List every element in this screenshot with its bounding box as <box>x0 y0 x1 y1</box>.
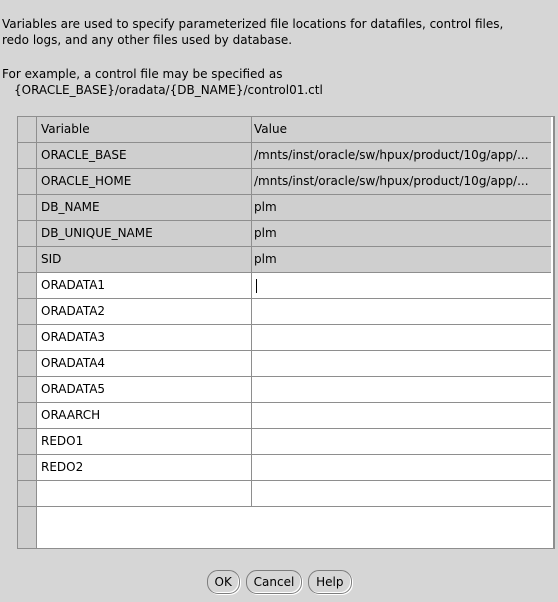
variable-cell[interactable]: ORADATA5 <box>37 377 252 403</box>
value-cell[interactable] <box>252 481 551 507</box>
row-header[interactable] <box>18 455 37 481</box>
variable-cell[interactable]: ORADATA2 <box>37 299 252 325</box>
row-header[interactable] <box>18 169 37 195</box>
table-row[interactable]: ORACLE_HOME /mnts/inst/oracle/sw/hpux/pr… <box>18 169 553 195</box>
table-row[interactable]: ORADATA2 <box>18 299 553 325</box>
variable-cell[interactable]: ORAARCH <box>37 403 252 429</box>
value-cell[interactable] <box>252 403 551 429</box>
value-cell[interactable]: plm <box>252 247 551 273</box>
cancel-button[interactable]: Cancel <box>245 570 303 594</box>
row-header[interactable] <box>18 299 37 325</box>
variable-cell[interactable]: SID <box>37 247 252 273</box>
table-row[interactable]: DB_UNIQUE_NAME plm <box>18 221 553 247</box>
variable-cell[interactable]: REDO1 <box>37 429 252 455</box>
ok-button[interactable]: OK <box>206 570 240 594</box>
variable-cell[interactable]: ORACLE_BASE <box>37 143 252 169</box>
value-cell[interactable] <box>252 429 551 455</box>
row-header[interactable] <box>18 377 37 403</box>
corner-header <box>18 117 37 143</box>
row-header[interactable] <box>18 273 37 299</box>
text-caret <box>256 278 257 293</box>
row-header[interactable] <box>18 403 37 429</box>
row-header[interactable] <box>18 429 37 455</box>
table-row[interactable] <box>18 481 553 507</box>
variables-table[interactable]: Variable Value ORACLE_BASE /mnts/inst/or… <box>17 116 555 549</box>
row-header[interactable] <box>18 247 37 273</box>
row-header[interactable] <box>18 221 37 247</box>
table-row[interactable]: ORADATA4 <box>18 351 553 377</box>
column-header-variable[interactable]: Variable <box>37 117 252 143</box>
variable-cell[interactable] <box>37 481 252 507</box>
dialog-buttons: OK Cancel Help <box>0 570 558 594</box>
variable-cell[interactable]: ORADATA3 <box>37 325 252 351</box>
value-cell[interactable]: /mnts/inst/oracle/sw/hpux/product/10g/ap… <box>252 143 551 169</box>
row-header[interactable] <box>18 195 37 221</box>
table-row[interactable]: SID plm <box>18 247 553 273</box>
table-header-row: Variable Value <box>18 117 553 143</box>
table-row[interactable]: ORADATA3 <box>18 325 553 351</box>
table-row[interactable]: REDO2 <box>18 455 553 481</box>
row-header[interactable] <box>18 351 37 377</box>
variable-cell[interactable]: ORADATA1 <box>37 273 252 299</box>
example-text: For example, a control file may be speci… <box>2 66 558 98</box>
value-cell[interactable] <box>252 299 551 325</box>
column-header-value[interactable]: Value <box>252 117 551 143</box>
example-line-2: {ORACLE_BASE}/oradata/{DB_NAME}/control0… <box>14 83 323 97</box>
description-line-2: redo logs, and any other files used by d… <box>2 33 293 47</box>
row-header[interactable] <box>18 481 37 507</box>
value-cell[interactable] <box>252 377 551 403</box>
table-row[interactable]: DB_NAME plm <box>18 195 553 221</box>
table-row[interactable]: ORACLE_BASE /mnts/inst/oracle/sw/hpux/pr… <box>18 143 553 169</box>
row-header[interactable] <box>18 143 37 169</box>
variable-cell[interactable]: DB_UNIQUE_NAME <box>37 221 252 247</box>
value-cell[interactable]: plm <box>252 221 551 247</box>
row-header[interactable] <box>18 325 37 351</box>
value-cell[interactable] <box>252 325 551 351</box>
variable-cell[interactable]: REDO2 <box>37 455 252 481</box>
value-cell[interactable]: plm <box>252 195 551 221</box>
help-button[interactable]: Help <box>308 570 352 594</box>
description-line-1: Variables are used to specify parameteri… <box>2 17 504 31</box>
description-text: Variables are used to specify parameteri… <box>2 16 558 48</box>
value-cell[interactable] <box>252 351 551 377</box>
variable-cell[interactable]: ORACLE_HOME <box>37 169 252 195</box>
value-cell-editing[interactable] <box>252 273 551 299</box>
variable-cell[interactable]: DB_NAME <box>37 195 252 221</box>
example-line-1: For example, a control file may be speci… <box>2 67 283 81</box>
variable-cell[interactable]: ORADATA4 <box>37 351 252 377</box>
value-cell[interactable]: /mnts/inst/oracle/sw/hpux/product/10g/ap… <box>252 169 551 195</box>
value-cell[interactable] <box>252 455 551 481</box>
table-row[interactable]: ORADATA5 <box>18 377 553 403</box>
table-row[interactable]: REDO1 <box>18 429 553 455</box>
table-row[interactable]: ORAARCH <box>18 403 553 429</box>
table-row[interactable]: ORADATA1 <box>18 273 553 299</box>
